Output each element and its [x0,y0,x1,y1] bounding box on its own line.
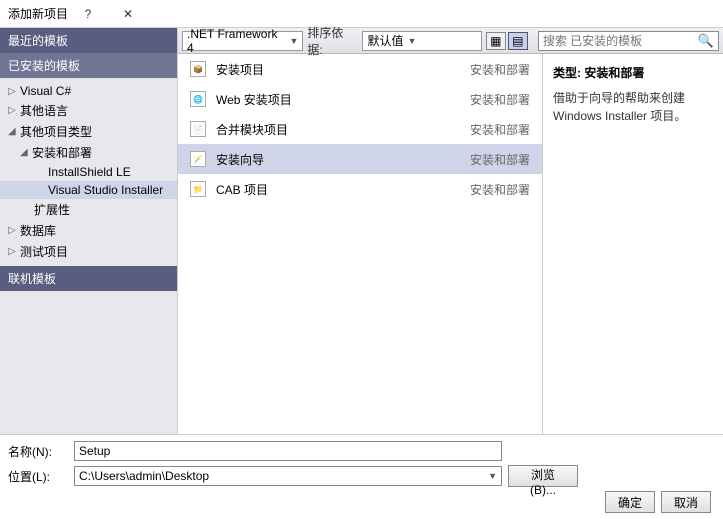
tree-visual-csharp[interactable]: ▷Visual C# [0,82,177,100]
sidebar-online-header[interactable]: 联机模板 [0,266,177,291]
tree-other-project-types[interactable]: ◢其他项目类型 [0,121,177,142]
ok-button[interactable]: 确定 [605,491,655,513]
list-item-web-setup[interactable]: 🌐Web 安装项目安装和部署 [178,84,542,114]
details-type: 类型: 安装和部署 [553,64,713,81]
search-box[interactable]: 🔍 [538,31,719,51]
chevron-down-icon: ▼ [407,36,416,46]
name-label: 名称(N): [8,443,68,460]
window-title: 添加新项目 [8,5,68,22]
cancel-button[interactable]: 取消 [661,491,711,513]
grid-icon: ▦ [490,34,501,48]
view-small-icons[interactable]: ▦ [486,32,506,50]
template-tree: ▷Visual C# ▷其他语言 ◢其他项目类型 ◢安装和部署 InstallS… [0,78,177,266]
tree-other-languages[interactable]: ▷其他语言 [0,100,177,121]
tree-setup-deploy[interactable]: ◢安装和部署 [0,142,177,163]
name-input[interactable] [74,441,502,461]
help-button[interactable]: ? [68,0,108,28]
template-list: 📦安装项目安装和部署 🌐Web 安装项目安装和部署 📄合并模块项目安装和部署 🪄… [178,54,543,434]
view-buttons: ▦ ▤ [486,32,528,50]
details-description: 借助于向导的帮助来创建 Windows Installer 项目。 [553,89,713,125]
titlebar: 添加新项目 ? ✕ [0,0,723,28]
content-body: 📦安装项目安装和部署 🌐Web 安装项目安装和部署 📄合并模块项目安装和部署 🪄… [178,54,723,434]
box-icon: 📦 [190,61,206,77]
module-icon: 📄 [190,121,206,137]
search-icon[interactable]: 🔍 [698,33,714,49]
tree-installshield[interactable]: InstallShield LE [0,163,177,181]
list-item-setup-wizard[interactable]: 🪄安装向导安装和部署 [178,144,542,174]
list-item-cab-project[interactable]: 📁CAB 项目安装和部署 [178,174,542,204]
location-combo[interactable]: C:\Users\admin\Desktop▼ [74,466,502,486]
browse-button[interactable]: 浏览(B)... [508,465,578,487]
close-button[interactable]: ✕ [108,0,148,28]
tree-database[interactable]: ▷数据库 [0,220,177,241]
cab-icon: 📁 [190,181,206,197]
sort-combo[interactable]: 默认值▼ [362,31,481,51]
search-input[interactable] [543,34,698,48]
details-pane: 类型: 安装和部署 借助于向导的帮助来创建 Windows Installer … [543,54,723,434]
wizard-icon: 🪄 [190,151,206,167]
content: .NET Framework 4▼ 排序依据: 默认值▼ ▦ ▤ 🔍 📦安装项目… [178,28,723,434]
tree-vs-installer[interactable]: Visual Studio Installer [0,181,177,199]
grid-icon: ▤ [512,34,523,48]
tree-test-project[interactable]: ▷测试项目 [0,241,177,262]
sidebar-recent-header[interactable]: 最近的模板 [0,28,177,53]
sidebar: 最近的模板 已安装的模板 ▷Visual C# ▷其他语言 ◢其他项目类型 ◢安… [0,28,178,434]
location-label: 位置(L): [8,468,68,485]
toolbar: .NET Framework 4▼ 排序依据: 默认值▼ ▦ ▤ 🔍 [178,28,723,54]
view-medium-icons[interactable]: ▤ [508,32,528,50]
globe-icon: 🌐 [190,91,206,107]
list-item-merge-module[interactable]: 📄合并模块项目安装和部署 [178,114,542,144]
sort-label: 排序依据: [307,24,358,58]
list-item-setup-project[interactable]: 📦安装项目安装和部署 [178,54,542,84]
bottom-panel: 名称(N): 位置(L): C:\Users\admin\Desktop▼ 浏览… [0,434,723,519]
sidebar-installed-header[interactable]: 已安装的模板 [0,53,177,78]
main: 最近的模板 已安装的模板 ▷Visual C# ▷其他语言 ◢其他项目类型 ◢安… [0,28,723,434]
chevron-down-icon: ▼ [289,36,298,46]
framework-combo[interactable]: .NET Framework 4▼ [182,31,303,51]
tree-extensibility[interactable]: 扩展性 [0,199,177,220]
chevron-down-icon: ▼ [488,471,497,481]
